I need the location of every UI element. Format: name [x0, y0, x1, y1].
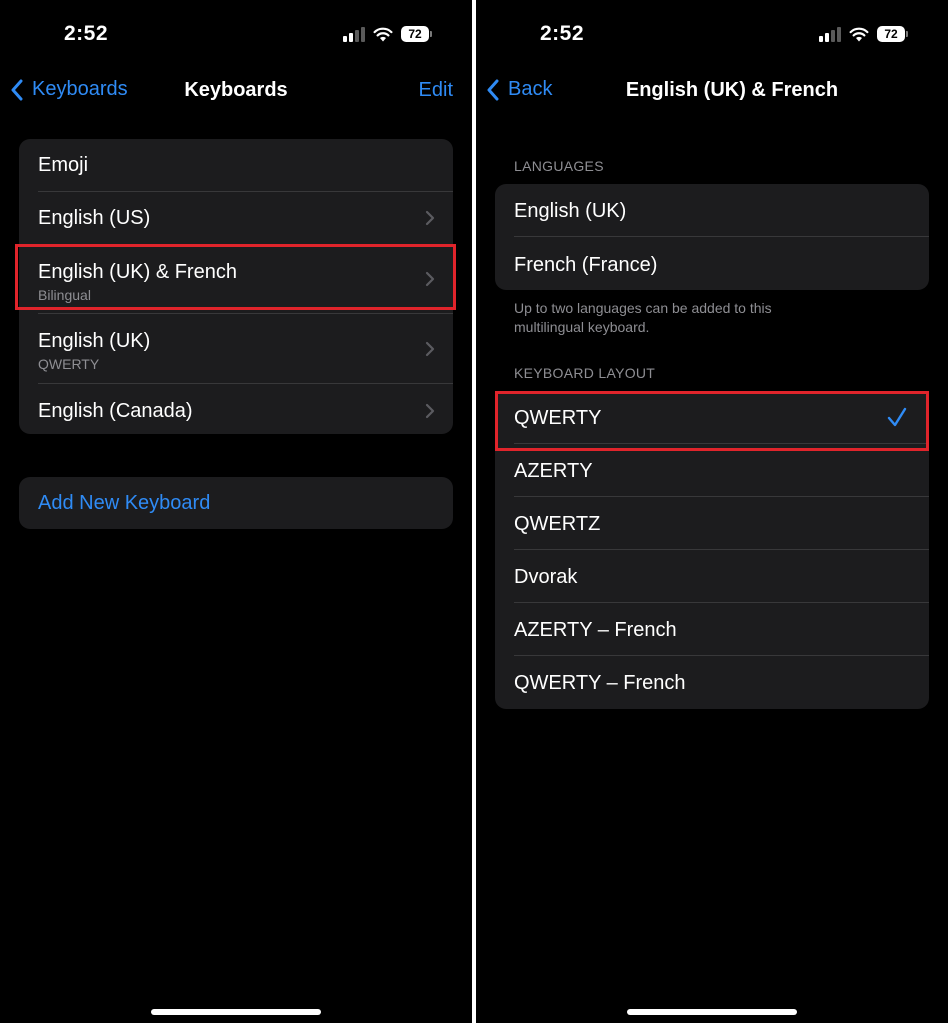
edit-button[interactable]: Edit [419, 79, 453, 102]
chevron-right-icon [425, 403, 435, 418]
status-bar: 2:52 72 [0, 0, 472, 70]
layout-item-label: Dvorak [514, 566, 578, 588]
keyboard-layout-header: KEYBOARD LAYOUT [514, 365, 656, 381]
add-new-keyboard-label: Add New Keyboard [38, 492, 211, 514]
navigation-bar: Keyboards Keyboards Edit [0, 70, 472, 114]
home-indicator[interactable] [151, 1009, 321, 1015]
highlight-box [495, 391, 929, 451]
keyboard-item-english-canada[interactable]: English (Canada) [38, 384, 453, 434]
layout-item-label: AZERTY – French [514, 619, 677, 641]
wifi-icon [373, 27, 393, 41]
language-item-english-uk[interactable]: English (UK) [514, 184, 929, 237]
layout-item-qwertz[interactable]: QWERTZ [514, 497, 929, 550]
keyboard-item-label: English (UK) [38, 330, 151, 352]
chevron-right-icon [425, 210, 435, 226]
layout-item-label: QWERTY – French [514, 672, 686, 694]
keyboard-item-sublabel: QWERTY [38, 356, 100, 372]
highlight-box [15, 244, 456, 310]
battery-level: 72 [401, 26, 429, 42]
languages-footer: Up to two languages can be added to this… [514, 300, 772, 335]
language-item-label: English (UK) [514, 200, 627, 222]
status-time: 2:52 [64, 22, 109, 45]
cellular-signal-icon [343, 26, 365, 42]
keyboard-item-label: English (Canada) [38, 400, 193, 422]
cellular-signal-icon [819, 26, 841, 42]
languages-list: English (UK) French (France) [495, 184, 929, 290]
wifi-icon [849, 27, 869, 41]
status-time: 2:52 [540, 22, 585, 45]
keyboard-item-emoji[interactable]: Emoji [38, 139, 453, 192]
layout-item-qwerty-french[interactable]: QWERTY – French [514, 656, 929, 709]
keyboard-item-label: English (US) [38, 207, 151, 229]
layout-item-label: AZERTY [514, 460, 593, 482]
language-item-label: French (France) [514, 254, 658, 276]
keyboards-screen: 2:52 72 Keyboards Keyboards Edit Emoji E… [0, 0, 472, 1023]
page-title: Keyboards [184, 79, 288, 101]
status-bar: 2:52 72 [476, 0, 948, 70]
language-item-french-france[interactable]: French (France) [514, 237, 929, 290]
languages-header: LANGUAGES [514, 158, 604, 174]
add-new-keyboard-button[interactable]: Add New Keyboard [38, 477, 453, 529]
home-indicator[interactable] [627, 1009, 797, 1015]
layout-item-dvorak[interactable]: Dvorak [514, 550, 929, 603]
battery-icon: 72 [877, 26, 908, 42]
add-keyboard-group: Add New Keyboard [19, 477, 453, 529]
chevron-right-icon [425, 341, 435, 356]
battery-icon: 72 [401, 26, 432, 42]
layout-item-azerty-french[interactable]: AZERTY – French [514, 603, 929, 656]
chevron-left-icon [487, 79, 499, 100]
layout-item-label: QWERTZ [514, 513, 601, 535]
keyboard-item-english-us[interactable]: English (US) [38, 192, 453, 245]
page-title: English (UK) & French [625, 79, 839, 101]
keyboard-item-label: Emoji [38, 154, 89, 176]
navigation-bar: Back English (UK) & French [476, 70, 948, 114]
keyboard-item-english-uk[interactable]: English (UK) QWERTY [38, 314, 453, 384]
keyboard-detail-screen: 2:52 72 Back English (UK) & French LANGU… [476, 0, 948, 1023]
layout-item-azerty[interactable]: AZERTY [514, 444, 929, 497]
battery-level: 72 [877, 26, 905, 42]
